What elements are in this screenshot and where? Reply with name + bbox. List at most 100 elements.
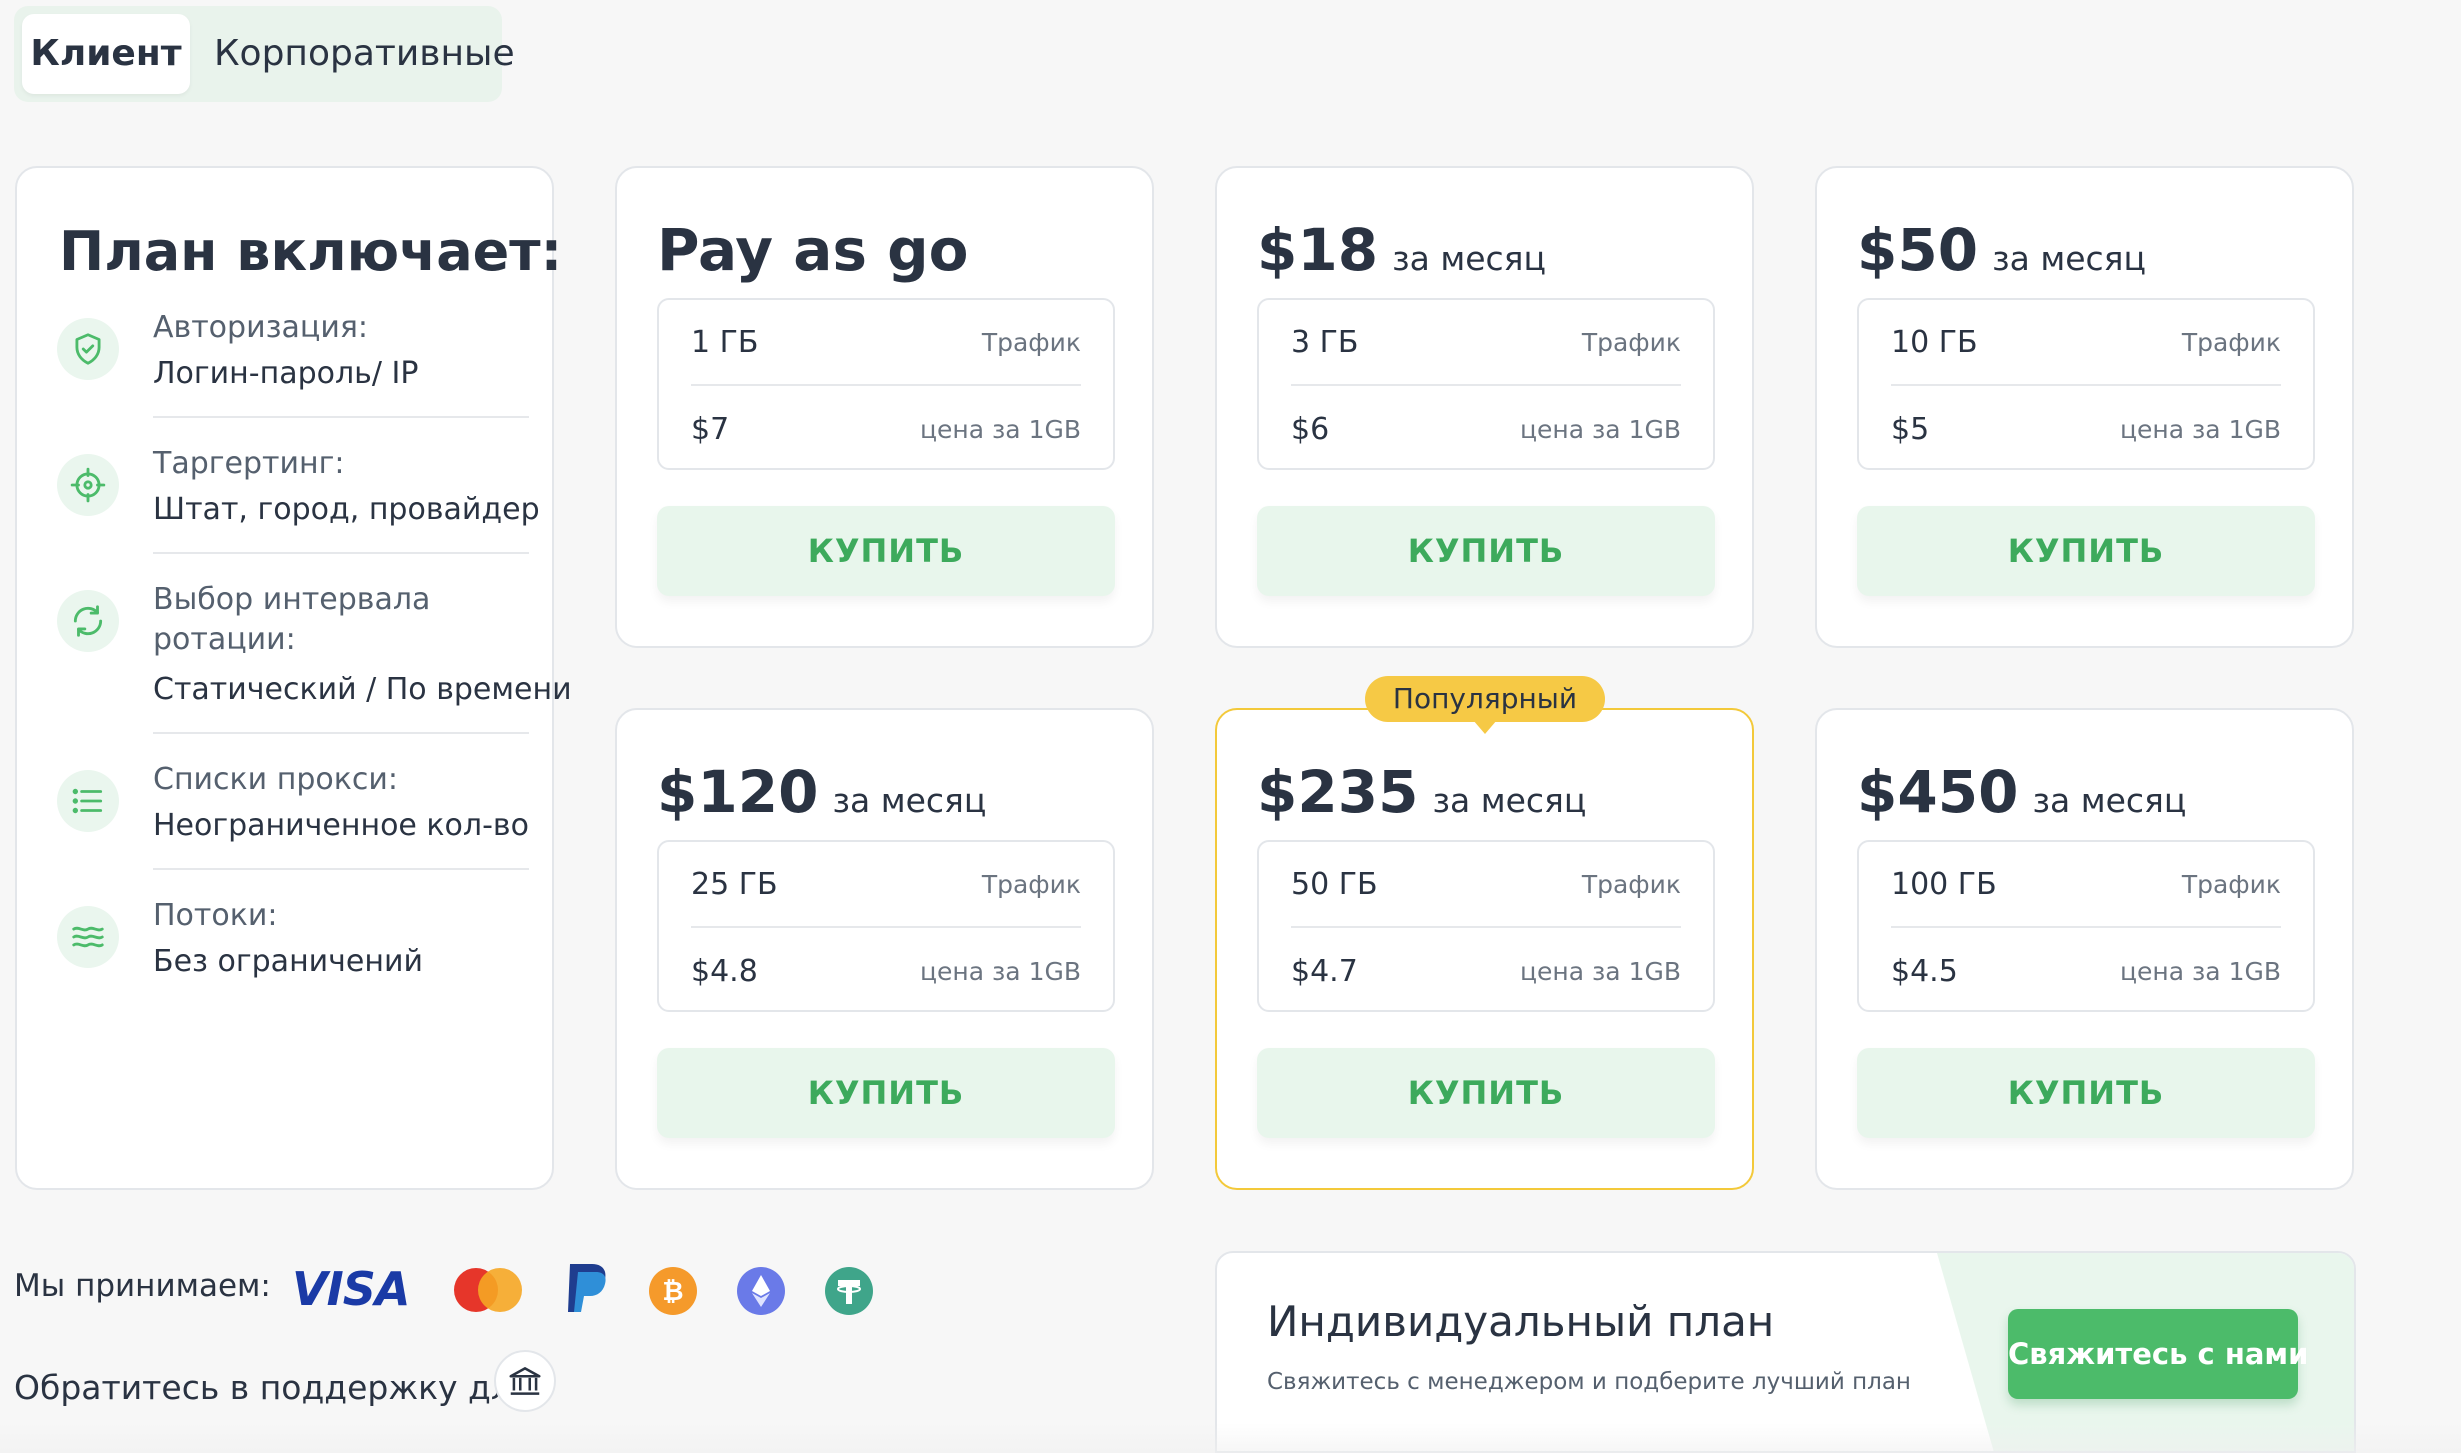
price-per-gb-value: $7	[691, 411, 730, 447]
feature-label: Авторизация:	[153, 310, 368, 345]
buy-button[interactable]: КУПИТЬ	[1257, 506, 1715, 596]
price-per-gb-value: $4.8	[691, 953, 758, 989]
plan-period: за месяц	[2032, 781, 2187, 820]
feature-value: Статический / По времени	[153, 672, 572, 707]
ethereum-icon	[736, 1266, 786, 1320]
feature-threads: Потоки: Без ограничений	[57, 896, 529, 996]
plan-title: Pay as go	[657, 216, 969, 284]
feature-label: Списки прокси:	[153, 762, 398, 797]
price-per-gb-row: $4.5 цена за 1GB	[1891, 928, 2281, 1014]
bank-icon[interactable]	[494, 1350, 556, 1412]
traffic-label: Трафик	[981, 869, 1081, 899]
price-per-gb-label: цена за 1GB	[2120, 956, 2281, 986]
tab-client[interactable]: Клиент	[22, 14, 190, 94]
feature-rotation: Выбор интервала ротации: Статический / П…	[57, 580, 572, 744]
plan-title: $235 за месяц	[1257, 758, 1586, 826]
buy-button[interactable]: КУПИТЬ	[1857, 506, 2315, 596]
contact-us-button[interactable]: Свяжитесь с нами	[2008, 1309, 2308, 1399]
price-per-gb-value: $4.5	[1891, 953, 1958, 989]
mastercard-icon	[450, 1266, 526, 1318]
features-title: План включает:	[59, 220, 563, 283]
plan-title: $450 за месяц	[1857, 758, 2186, 826]
feature-divider	[153, 868, 529, 870]
individual-plan-card: Индивидуальный план Свяжитесь с менеджер…	[1215, 1251, 2356, 1453]
traffic-row: 50 ГБ Трафик	[1291, 842, 1681, 928]
price-per-gb-row: $6 цена за 1GB	[1291, 386, 1681, 472]
price-per-gb-label: цена за 1GB	[1520, 414, 1681, 444]
plan-card-50: $50 за месяц 10 ГБ Трафик $5 цена за 1GB …	[1815, 166, 2354, 648]
traffic-value: 100 ГБ	[1891, 866, 1997, 902]
traffic-row: 25 ГБ Трафик	[691, 842, 1081, 928]
plan-features-card: План включает: Авторизация: Логин-пароль…	[15, 166, 572, 1190]
price-per-gb-value: $5	[1891, 411, 1930, 447]
traffic-row: 1 ГБ Трафик	[691, 300, 1081, 386]
plan-period: за месяц	[1992, 239, 2146, 278]
payments-label: Мы принимаем:	[14, 1268, 271, 1304]
shield-check-icon	[57, 318, 119, 380]
feature-divider	[153, 732, 529, 734]
plan-card-450: $450 за месяц 100 ГБ Трафик $4.5 цена за …	[1815, 708, 2354, 1190]
bitcoin-icon: ₿	[648, 1266, 698, 1320]
individual-plan-title: Индивидуальный план	[1267, 1297, 1775, 1346]
feature-value: Неограниченное кол-во	[153, 808, 529, 843]
price-per-gb-label: цена за 1GB	[1520, 956, 1681, 986]
paypal-icon	[562, 1260, 614, 1320]
traffic-label: Трафик	[1581, 327, 1681, 357]
feature-targeting: Таргертинг: Штат, город, провайдер	[57, 444, 540, 564]
price-per-gb-label: цена за 1GB	[2120, 414, 2281, 444]
plan-details: 25 ГБ Трафик $4.8 цена за 1GB	[657, 840, 1115, 1012]
plan-price: Pay as go	[657, 216, 969, 284]
plan-period: за месяц	[1432, 781, 1587, 820]
traffic-row: 100 ГБ Трафик	[1891, 842, 2281, 928]
feature-value: Без ограничений	[153, 944, 423, 979]
plan-title: $120 за месяц	[657, 758, 986, 826]
traffic-label: Трафик	[981, 327, 1081, 357]
feature-divider	[153, 552, 529, 554]
price-per-gb-label: цена за 1GB	[920, 414, 1081, 444]
plan-details: 1 ГБ Трафик $7 цена за 1GB	[657, 298, 1115, 470]
feature-label: Потоки:	[153, 898, 278, 933]
buy-button[interactable]: КУПИТЬ	[1857, 1048, 2315, 1138]
plan-title: $50 за месяц	[1857, 216, 2146, 284]
traffic-row: 10 ГБ Трафик	[1891, 300, 2281, 386]
plan-price: $50	[1857, 216, 1979, 284]
buy-button[interactable]: КУПИТЬ	[657, 1048, 1115, 1138]
plan-period: за месяц	[832, 781, 987, 820]
buy-button[interactable]: КУПИТЬ	[657, 506, 1115, 596]
individual-plan-subtitle: Свяжитесь с менеджером и подберите лучши…	[1267, 1369, 1911, 1395]
price-per-gb-row: $4.8 цена за 1GB	[691, 928, 1081, 1014]
feature-label: Выбор интервала ротации:	[153, 582, 431, 657]
waves-icon	[57, 906, 119, 968]
popular-badge: Популярный	[1365, 676, 1605, 734]
traffic-value: 25 ГБ	[691, 866, 778, 902]
plan-details: 3 ГБ Трафик $6 цена за 1GB	[1257, 298, 1715, 470]
traffic-value: 50 ГБ	[1291, 866, 1378, 902]
price-per-gb-row: $7 цена за 1GB	[691, 386, 1081, 472]
target-icon	[57, 454, 119, 516]
price-per-gb-value: $4.7	[1291, 953, 1358, 989]
traffic-row: 3 ГБ Трафик	[1291, 300, 1681, 386]
plan-card-18: $18 за месяц 3 ГБ Трафик $6 цена за 1GB К…	[1215, 166, 1754, 648]
price-per-gb-value: $6	[1291, 411, 1330, 447]
traffic-value: 1 ГБ	[691, 324, 759, 360]
traffic-label: Трафик	[2181, 869, 2281, 899]
feature-authorization: Авторизация: Логин-пароль/ IP	[57, 308, 529, 428]
list-icon	[57, 770, 119, 832]
price-per-gb-label: цена за 1GB	[920, 956, 1081, 986]
plan-details: 100 ГБ Трафик $4.5 цена за 1GB	[1857, 840, 2315, 1012]
visa-logo-text: VISA	[292, 1262, 410, 1316]
plan-price: $120	[657, 758, 819, 826]
feature-label: Таргертинг:	[153, 446, 345, 481]
support-label: Обратитесь в поддержку для	[14, 1368, 532, 1407]
plan-price: $450	[1857, 758, 2019, 826]
plan-price: $235	[1257, 758, 1419, 826]
plan-title: $18 за месяц	[1257, 216, 1546, 284]
plan-details: 10 ГБ Трафик $5 цена за 1GB	[1857, 298, 2315, 470]
traffic-value: 3 ГБ	[1291, 324, 1359, 360]
plan-card-pay-as-go: Pay as go 1 ГБ Трафик $7 цена за 1GB КУП…	[615, 166, 1154, 648]
buy-button[interactable]: КУПИТЬ	[1257, 1048, 1715, 1138]
feature-value: Штат, город, провайдер	[153, 492, 540, 527]
tab-corporate[interactable]: Корпоративные	[214, 14, 515, 94]
plan-details: 50 ГБ Трафик $4.7 цена за 1GB	[1257, 840, 1715, 1012]
feature-proxy-lists: Списки прокси: Неограниченное кол-во	[57, 760, 529, 880]
